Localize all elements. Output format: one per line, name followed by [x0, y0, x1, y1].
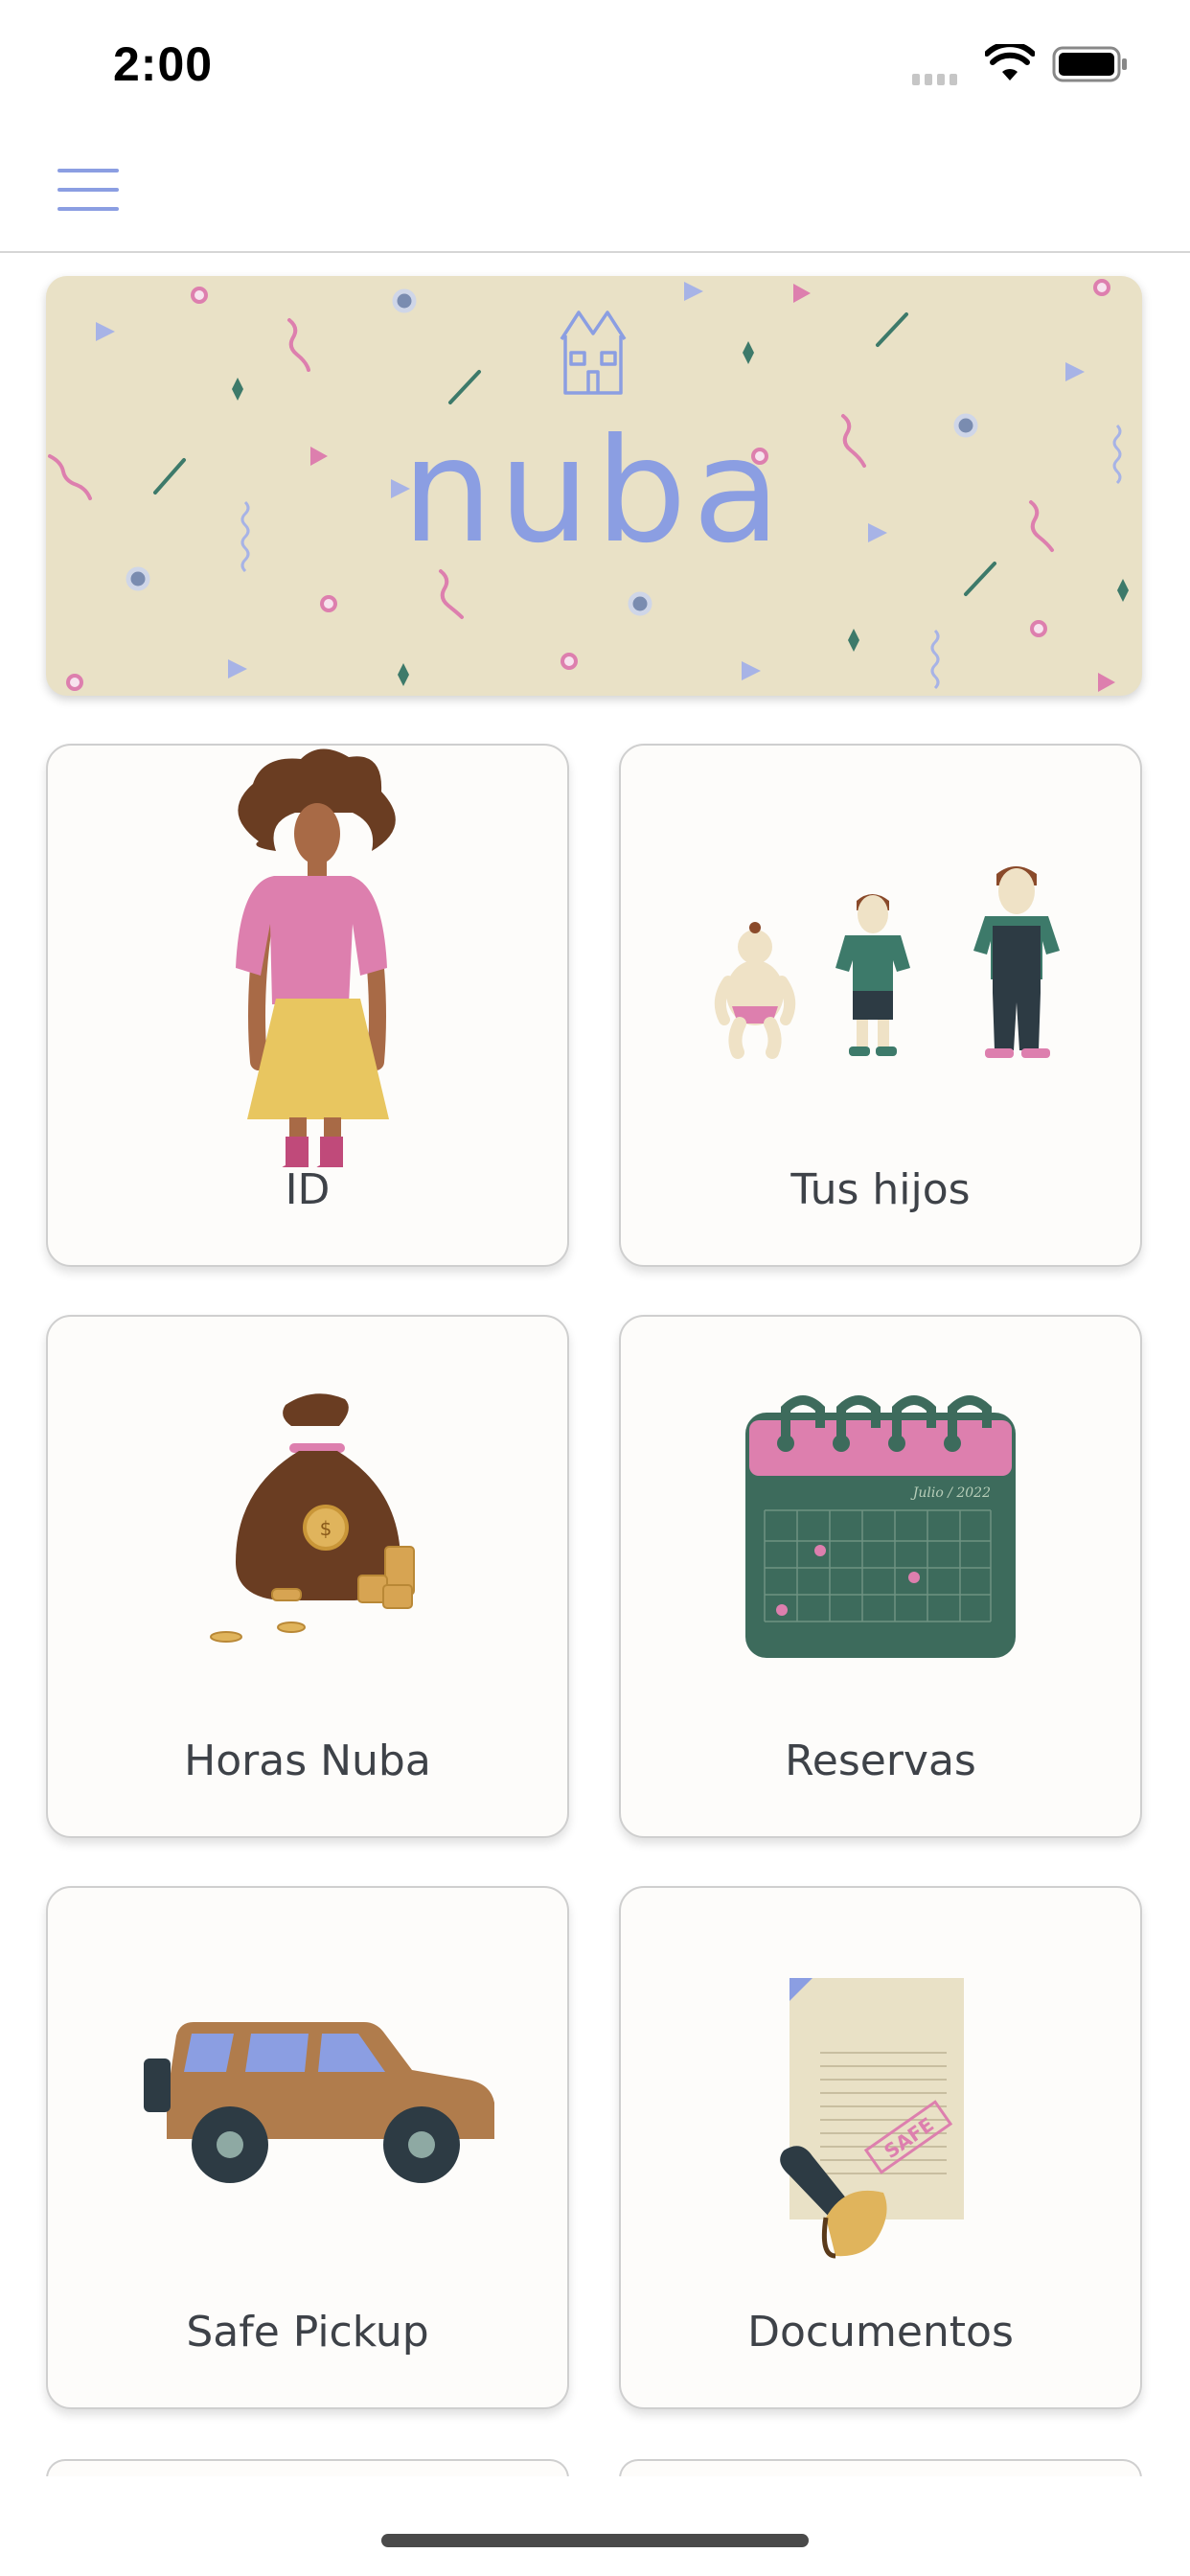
tile-id[interactable]: ID [46, 744, 569, 1267]
tile-documentos[interactable]: SAFE Documentos [619, 1886, 1142, 2409]
calendar-month-label: Julio / 2022 [910, 1485, 991, 1501]
money-bag-illustration: $ [210, 1393, 415, 1643]
brand-banner: nuba [46, 276, 1142, 696]
document-stamp-illustration: SAFE [780, 1978, 964, 2259]
signal-icon [912, 71, 962, 89]
svg-text:$: $ [320, 1517, 332, 1540]
woman-illustration [236, 748, 396, 1167]
wifi-icon [985, 44, 1035, 80]
tile-reservas[interactable]: Julio / 2022 Reservas [619, 1315, 1142, 1838]
car-illustration [144, 2022, 494, 2183]
battery-icon [1052, 46, 1127, 82]
home-indicator[interactable] [381, 2534, 809, 2547]
tile-label: Safe Pickup [186, 2308, 429, 2357]
children-illustration [714, 866, 1060, 1059]
tile-partial-left[interactable] [46, 2459, 569, 2478]
tile-tus-hijos[interactable]: Tus hijos [619, 744, 1142, 1267]
tile-label: Documentos [747, 2308, 1014, 2357]
calendar-illustration: Julio / 2022 [745, 1395, 1016, 1658]
house-icon [560, 310, 627, 395]
brand-logo: nuba [401, 408, 787, 575]
status-time: 2:00 [113, 37, 214, 91]
tile-partial-right[interactable] [619, 2459, 1142, 2478]
tile-label: Tus hijos [790, 1165, 971, 1214]
tile-safe-pickup[interactable]: Safe Pickup [46, 1886, 569, 2409]
top-bar [0, 126, 1190, 253]
hamburger-menu-icon[interactable] [54, 165, 123, 215]
status-bar: 2:00 [0, 0, 1190, 126]
tile-label: Horas Nuba [184, 1736, 431, 1785]
tile-label: ID [285, 1165, 331, 1214]
tile-label: Reservas [785, 1736, 976, 1785]
bottom-cover [0, 2476, 1190, 2576]
tile-horas-nuba[interactable]: $ Horas Nuba [46, 1315, 569, 1838]
